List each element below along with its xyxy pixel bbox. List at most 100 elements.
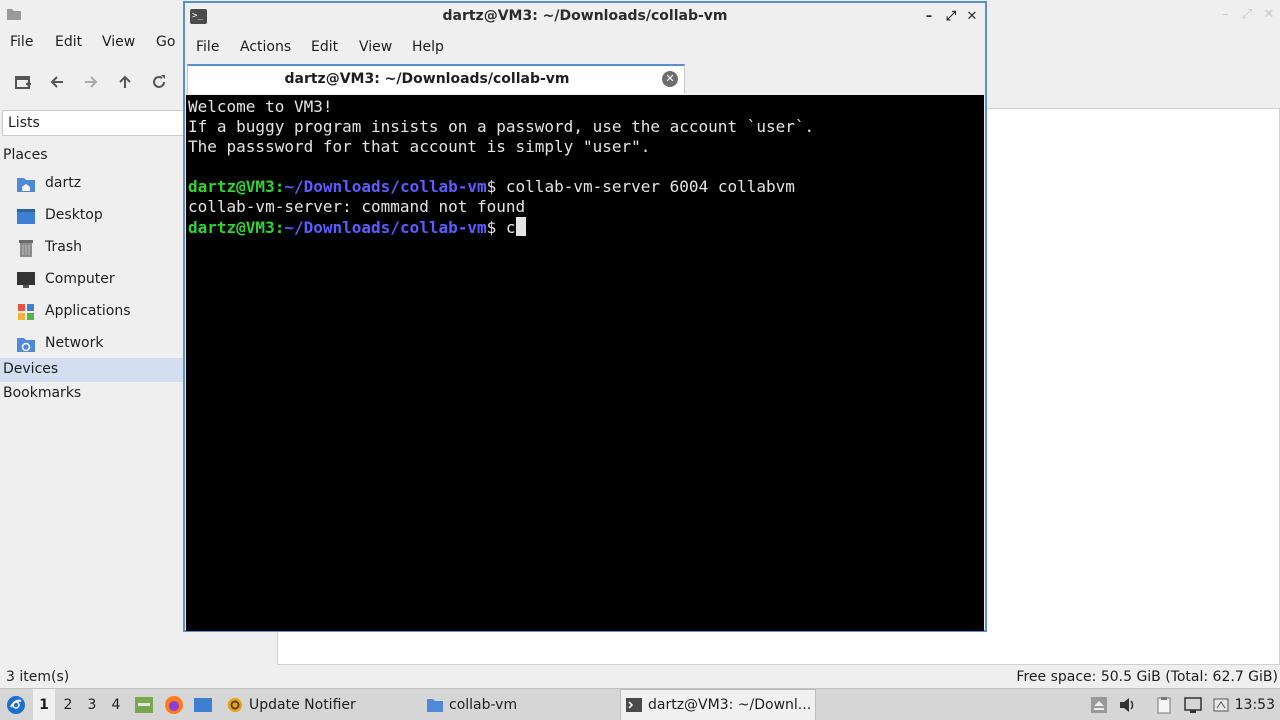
menu-file[interactable]: File	[10, 34, 33, 50]
new-tab-button[interactable]	[9, 66, 37, 98]
tab-label: dartz@VM3: ~/Downloads/collab-vm	[284, 71, 570, 87]
start-menu-button[interactable]	[4, 689, 28, 720]
side-pane-mode-value: Lists	[8, 115, 40, 131]
sidebar-item-computer[interactable]: Computer	[16, 267, 182, 293]
network-icon	[17, 338, 35, 352]
side-pane-mode-select[interactable]: Lists	[2, 110, 202, 136]
folder-icon	[427, 699, 443, 712]
power-icon[interactable]	[1212, 696, 1230, 714]
clipboard-icon[interactable]	[1155, 696, 1173, 714]
file-cabinet-icon	[135, 697, 153, 713]
firefox-launcher[interactable]	[163, 689, 185, 720]
task-label: Update Notifier	[249, 697, 356, 713]
sidebar-item-desktop[interactable]: Desktop	[16, 203, 182, 229]
task-label: collab-vm	[449, 697, 518, 713]
sidebar-item-applications[interactable]: Applications	[16, 299, 182, 325]
menu-view[interactable]: View	[359, 39, 392, 55]
workspace-3[interactable]: 3	[81, 689, 103, 720]
update-notifier-icon	[227, 697, 243, 713]
prompt-end: $	[486, 177, 506, 196]
sidebar-item-trash[interactable]: Trash	[16, 235, 182, 261]
terminal-prompt-line: dartz@VM3:~/Downloads/collab-vm$ collab-…	[188, 177, 984, 197]
task-update-notifier[interactable]: Update Notifier	[222, 689, 418, 720]
devices-header[interactable]: Devices	[0, 358, 183, 382]
new-tab-icon	[15, 76, 31, 89]
sidebar-item-label: Network	[45, 335, 104, 351]
forward-button[interactable]	[77, 66, 105, 98]
home-folder-icon	[17, 178, 35, 192]
menu-go[interactable]: Go	[156, 34, 175, 50]
item-count-status: 3 item(s)	[6, 669, 70, 685]
terminal-window: >_ dartz@VM3: ~/Downloads/collab-vm – ⤢ …	[183, 1, 987, 632]
up-button[interactable]	[111, 66, 139, 98]
sidebar-item-label: Computer	[45, 271, 115, 287]
prompt-separator: :	[274, 177, 285, 196]
command-input[interactable]: c	[506, 218, 516, 237]
sidebar-item-label: dartz	[45, 175, 82, 191]
terminal-tab[interactable]: dartz@VM3: ~/Downloads/collab-vm ✕	[187, 64, 685, 94]
menu-view[interactable]: View	[102, 34, 135, 50]
menu-edit[interactable]: Edit	[55, 34, 82, 50]
maximize-icon[interactable]: ⤢	[942, 8, 960, 26]
sidebar-item-label: Applications	[45, 303, 131, 319]
close-icon[interactable]: ✕	[1260, 6, 1278, 24]
maximize-icon[interactable]: ⤢	[1238, 6, 1256, 24]
command-text: collab-vm-server 6004 collabvm	[505, 177, 795, 196]
reload-button[interactable]	[145, 66, 173, 98]
task-terminal[interactable]: dartz@VM3: ~/Downl...	[620, 689, 816, 720]
menu-help[interactable]: Help	[412, 39, 444, 55]
terminal-output[interactable]: Welcome to VM3! If a buggy program insist…	[186, 95, 984, 631]
prompt-path: ~/Downloads/collab-vm	[284, 218, 487, 237]
desktop-launcher[interactable]	[192, 689, 214, 720]
reload-icon	[153, 75, 165, 88]
terminal-titlebar[interactable]: >_ dartz@VM3: ~/Downloads/collab-vm – ⤢ …	[185, 3, 985, 31]
terminal-icon	[626, 698, 642, 712]
places-header[interactable]: Places	[3, 147, 48, 163]
network-status-icon[interactable]	[1184, 696, 1202, 714]
minimize-icon[interactable]: –	[1216, 6, 1234, 24]
window-title: dartz@VM3: ~/Downloads/collab-vm	[442, 8, 728, 24]
terminal-line: collab-vm-server: command not found	[188, 197, 526, 216]
arrow-up-icon	[119, 75, 131, 88]
taskbar: 1 2 3 4 Update Notifier collab-vm dartz@…	[0, 688, 1280, 720]
bookmarks-header[interactable]: Bookmarks	[3, 385, 81, 401]
tab-close-icon[interactable]: ✕	[662, 71, 678, 87]
eject-icon[interactable]	[1090, 696, 1108, 714]
free-space-status: Free space: 50.5 GiB (Total: 62.7 GiB)	[1016, 669, 1278, 685]
volume-icon[interactable]	[1118, 696, 1136, 714]
terminal-line: Welcome to VM3!	[188, 97, 333, 116]
minimize-icon[interactable]: –	[920, 8, 938, 26]
close-icon[interactable]: ✕	[963, 8, 981, 26]
arrow-right-icon	[85, 76, 98, 88]
prompt-path: ~/Downloads/collab-vm	[284, 177, 487, 196]
applications-icon	[18, 304, 34, 320]
sidebar-item-dartz[interactable]: dartz	[16, 171, 182, 197]
folder-app-icon	[7, 9, 21, 20]
lubuntu-logo-icon	[7, 696, 25, 714]
show-desktop-launcher[interactable]	[133, 689, 155, 720]
menu-actions[interactable]: Actions	[240, 39, 291, 55]
desktop-icon	[194, 698, 212, 712]
prompt-user: dartz@VM3	[188, 218, 275, 237]
desktop-icon	[17, 209, 35, 224]
workspace-4[interactable]: 4	[105, 689, 127, 720]
firefox-icon	[165, 696, 183, 714]
clock[interactable]: 13:53	[1235, 697, 1275, 713]
prompt-separator: :	[274, 218, 285, 237]
sidebar-item-label: Trash	[45, 239, 82, 255]
back-button[interactable]	[43, 66, 71, 98]
trash-icon	[19, 240, 33, 257]
task-collab-vm[interactable]: collab-vm	[422, 689, 616, 720]
workspace-1[interactable]: 1	[33, 689, 55, 720]
menu-file[interactable]: File	[196, 39, 219, 55]
devices-label: Devices	[3, 361, 59, 377]
terminal-line: The passsword for that account is simply…	[188, 137, 651, 156]
terminal-line: If a buggy program insists on a password…	[188, 117, 815, 136]
prompt-user: dartz@VM3	[188, 177, 275, 196]
sidebar-item-network[interactable]: Network	[16, 331, 182, 357]
menu-edit[interactable]: Edit	[311, 39, 338, 55]
file-manager-sidebar: Lists Places dartz Desktop Trash Compute…	[0, 108, 202, 664]
workspace-2[interactable]: 2	[57, 689, 79, 720]
text-cursor	[515, 217, 526, 236]
